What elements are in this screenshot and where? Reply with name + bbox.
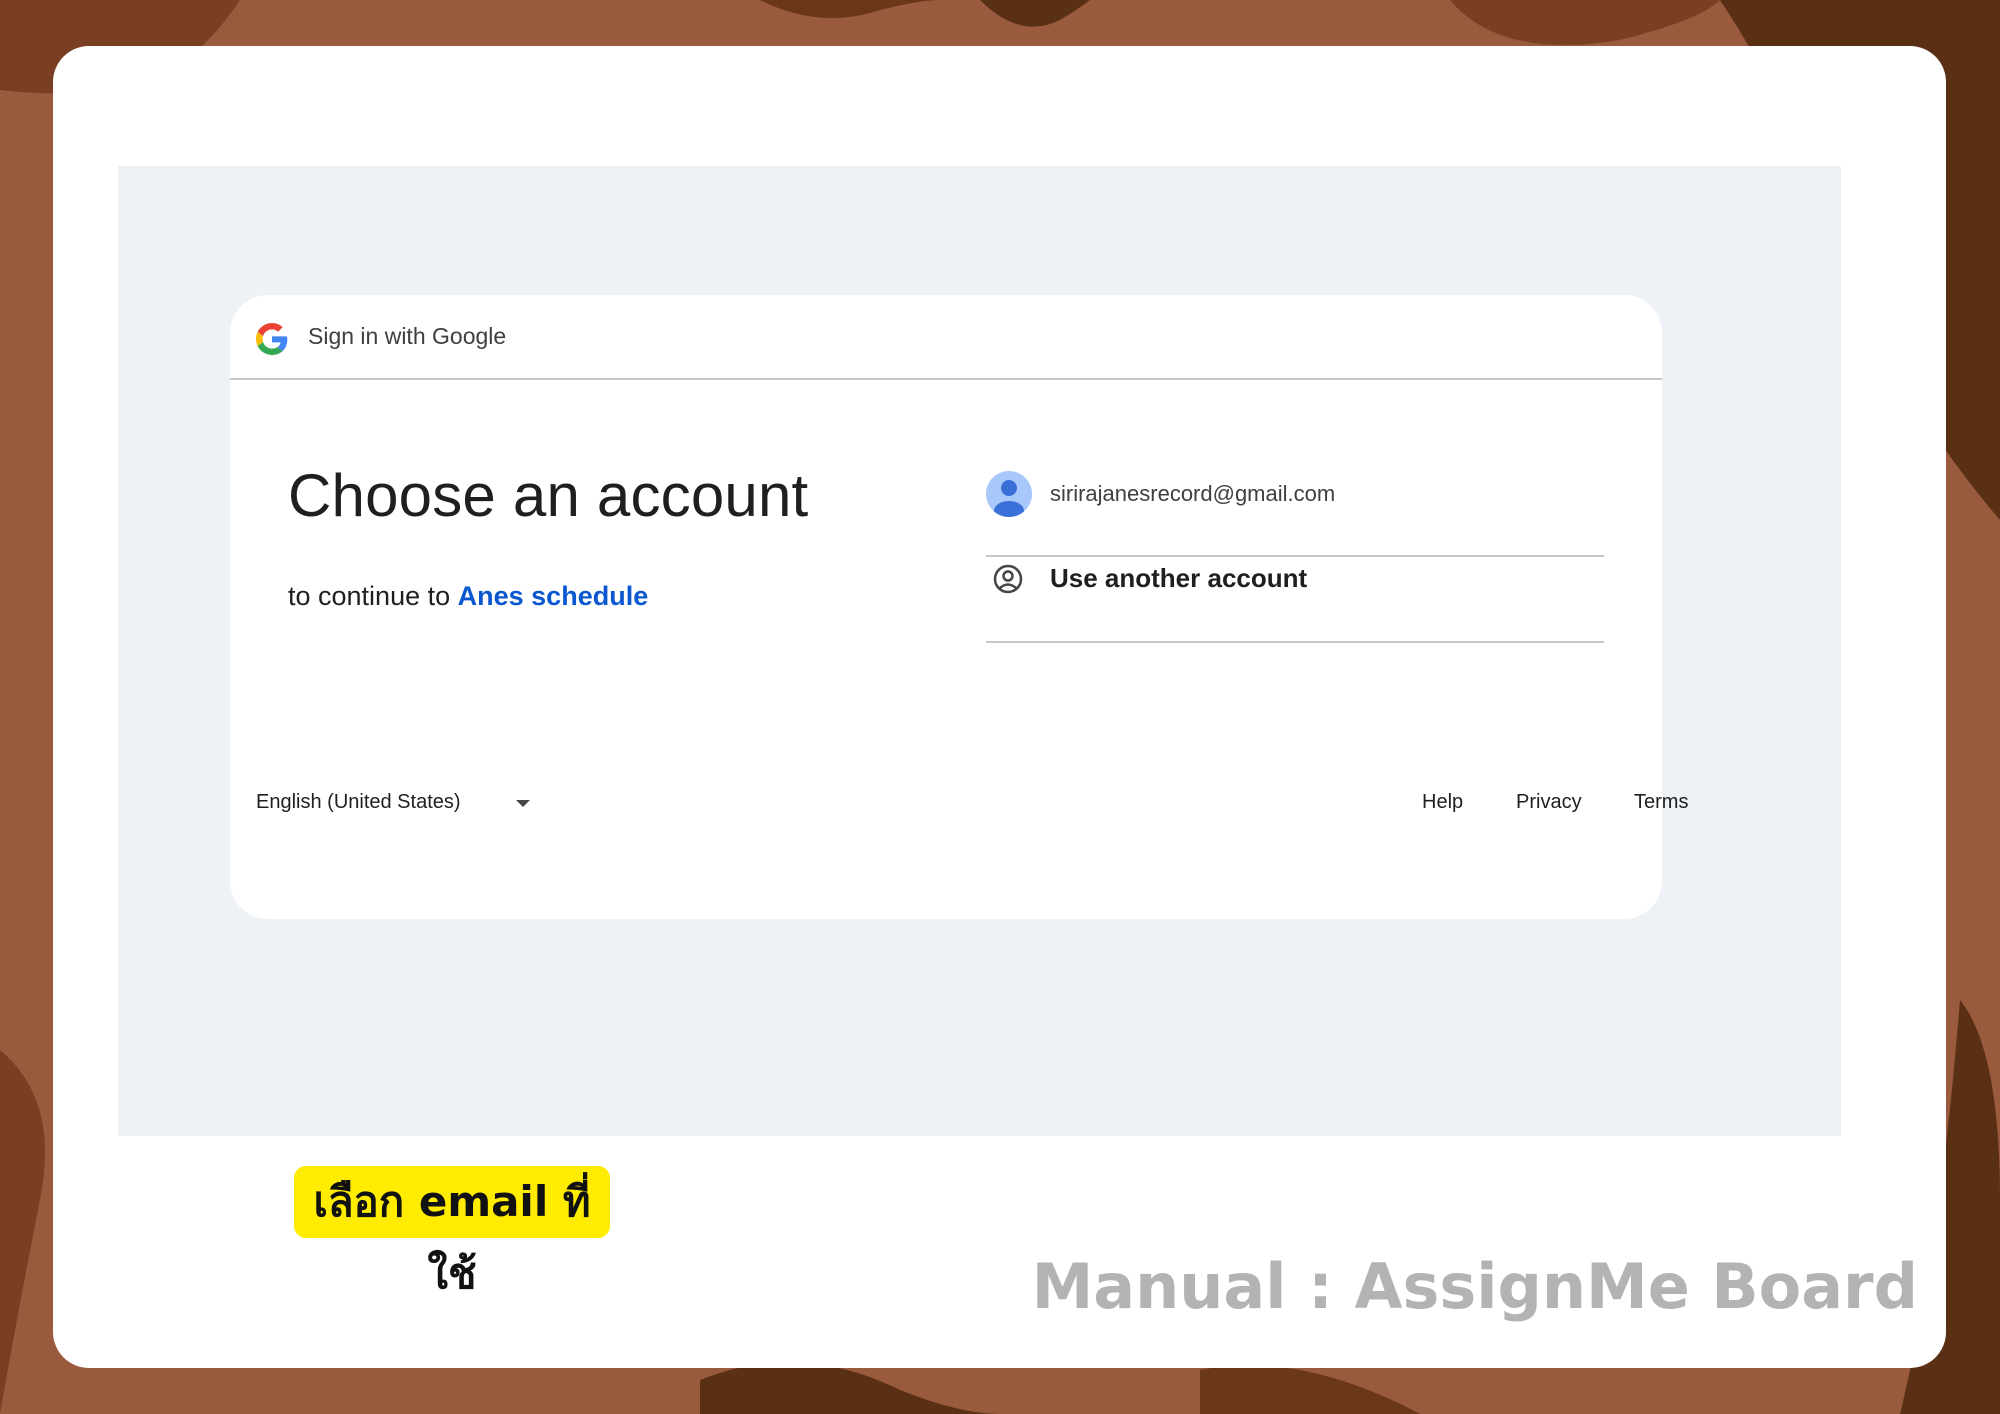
account-option-existing[interactable]: sirirajanesrecord@gmail.com xyxy=(986,471,1604,557)
privacy-link[interactable]: Privacy xyxy=(1516,791,1582,814)
language-label: English (United States) xyxy=(256,791,461,813)
google-logo-icon xyxy=(256,323,288,355)
language-selector[interactable]: English (United States) xyxy=(256,791,546,831)
page-title: Choose an account xyxy=(288,462,809,529)
account-email: sirirajanesrecord@gmail.com xyxy=(1050,481,1336,506)
app-name-link[interactable]: Anes schedule xyxy=(458,581,649,611)
avatar-person-icon xyxy=(986,471,1032,517)
use-another-account-option[interactable]: Use another account xyxy=(986,557,1604,643)
account-circle-icon xyxy=(993,564,1023,594)
help-link[interactable]: Help xyxy=(1422,791,1463,814)
terms-link[interactable]: Terms xyxy=(1634,791,1688,814)
browser-screen: Sign in with Google Choose an account to… xyxy=(118,166,1841,1136)
manual-title: Manual : AssignMe Board xyxy=(1031,1250,1918,1323)
instruction-badge: เลือก email ที่ใช้ xyxy=(294,1166,610,1298)
use-another-account-label: Use another account xyxy=(1050,563,1308,593)
continue-to-text: to continue to Anes schedule xyxy=(288,581,648,612)
continue-to-prefix: to continue to xyxy=(288,581,451,611)
chevron-down-icon xyxy=(516,800,530,807)
sign-in-with-google-title: Sign in with Google xyxy=(308,323,507,349)
card-header: Sign in with Google xyxy=(230,295,1662,380)
